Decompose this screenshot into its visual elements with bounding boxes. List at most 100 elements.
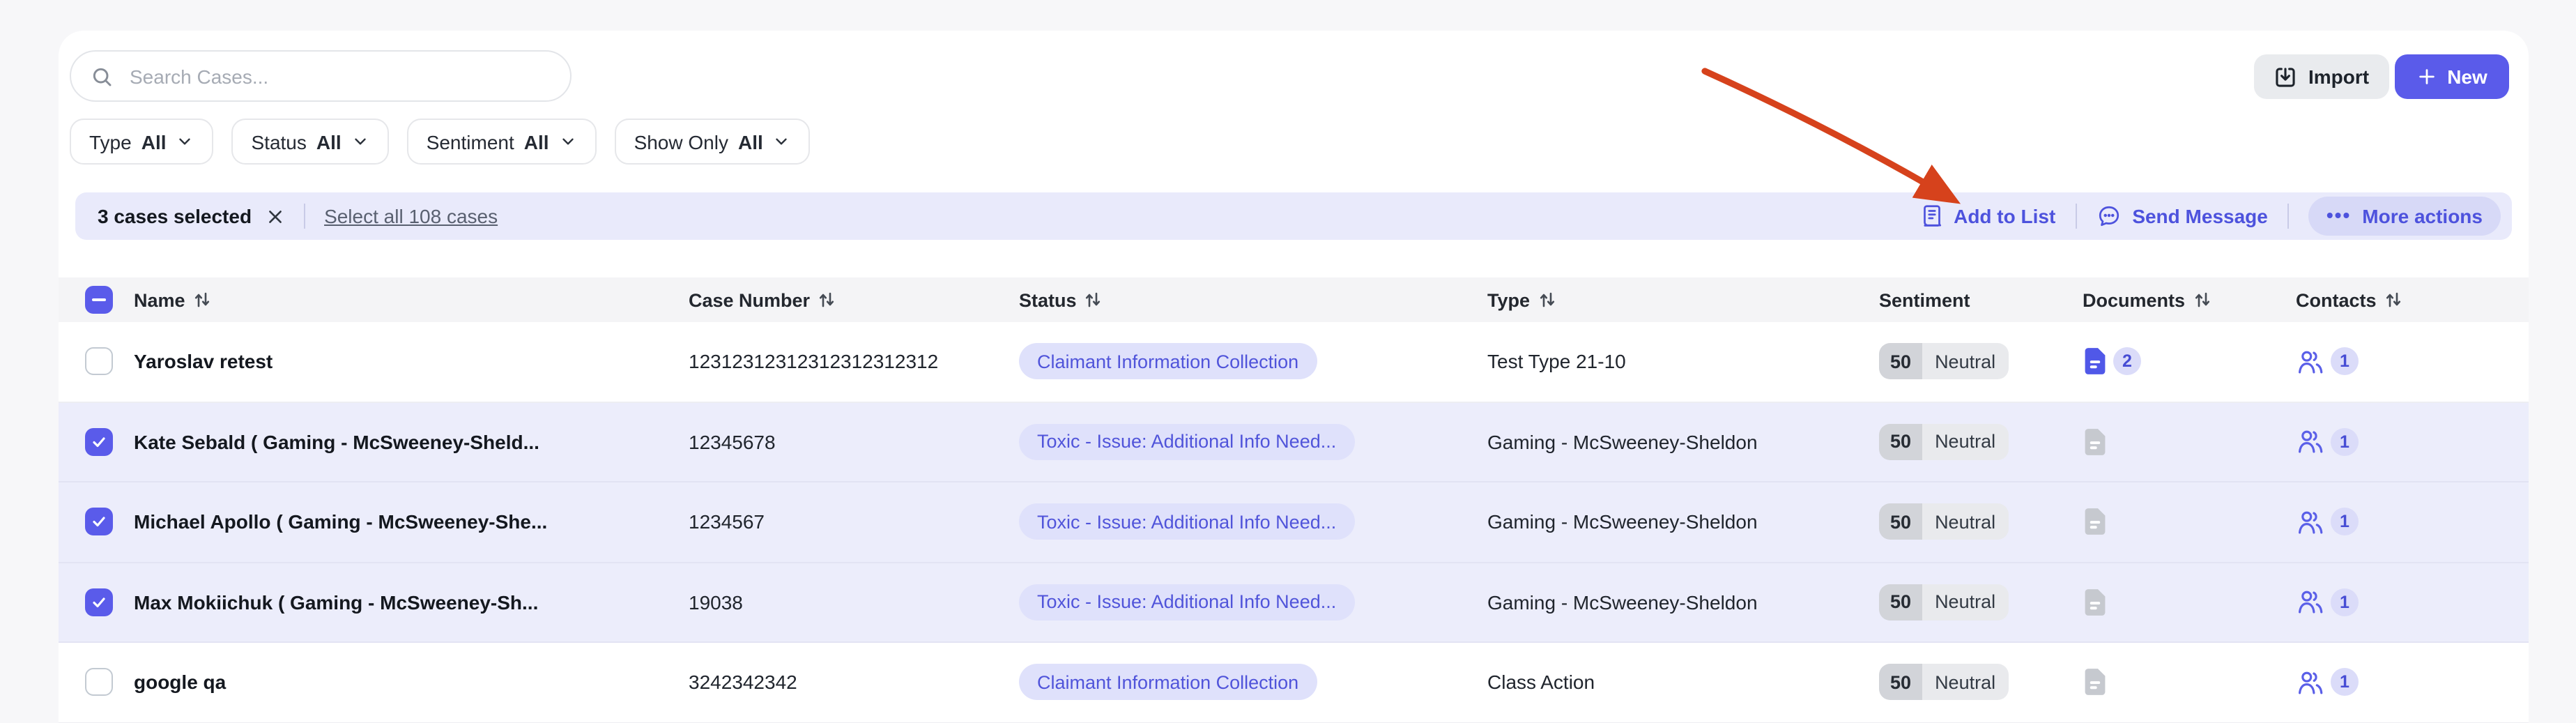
select-all-checkbox[interactable] [85, 277, 113, 322]
case-name: Max Mokiichuk ( Gaming - McSweeney-Sh... [134, 563, 538, 641]
case-name: Kate Sebald ( Gaming - McSweeney-Sheld..… [134, 402, 539, 481]
new-button[interactable]: New [2395, 54, 2509, 99]
case-number: 3242342342 [689, 643, 797, 722]
case-number: 12312312312312312312312 [689, 322, 938, 401]
filter-label: Show Only [634, 130, 728, 153]
row-checkbox[interactable] [85, 428, 113, 456]
contacts-icon[interactable] [2296, 508, 2325, 537]
column-header-type[interactable]: Type [1487, 277, 1555, 322]
filter-status[interactable]: Status All [232, 119, 389, 165]
column-header-status[interactable]: Status [1019, 277, 1102, 322]
filter-label: Sentiment [427, 130, 514, 153]
document-icon[interactable] [2083, 347, 2108, 377]
sort-icon[interactable] [2385, 291, 2402, 308]
table-row[interactable]: Max Mokiichuk ( Gaming - McSweeney-Sh...… [59, 563, 2529, 643]
status-badge: Toxic - Issue: Additional Info Need... [1019, 424, 1354, 460]
contacts-icon[interactable] [2296, 347, 2325, 376]
table-body: Yaroslav retest 12312312312312312312312 … [59, 322, 2529, 723]
add-to-list-button[interactable]: Add to List [1920, 204, 2055, 229]
document-icon [2083, 427, 2108, 457]
sentiment-badge: 50Neutral [1879, 424, 2008, 460]
case-type: Class Action [1487, 643, 1595, 722]
contacts-icon[interactable] [2296, 427, 2325, 457]
case-number: 19038 [689, 563, 743, 641]
sort-icon[interactable] [818, 291, 835, 308]
chat-bubble-icon [2096, 204, 2121, 229]
divider [2075, 204, 2076, 229]
filter-type[interactable]: Type All [70, 119, 214, 165]
column-header-name[interactable]: Name [134, 277, 210, 322]
divider [303, 204, 305, 229]
select-all-link[interactable]: Select all 108 cases [324, 205, 498, 227]
status-badge: Toxic - Issue: Additional Info Need... [1019, 584, 1354, 621]
filter-label: Status [252, 130, 307, 153]
table-row[interactable]: Michael Apollo ( Gaming - McSweeney-She.… [59, 482, 2529, 563]
chevron-down-icon [351, 132, 369, 151]
column-header-contacts[interactable]: Contacts [2296, 277, 2402, 322]
case-name: google qa [134, 643, 226, 722]
case-number: 1234567 [689, 482, 765, 561]
ellipsis-icon: ••• [2326, 204, 2351, 226]
documents-count-badge[interactable]: 2 [2113, 348, 2141, 376]
column-header-documents[interactable]: Documents [2083, 277, 2210, 322]
sentiment-badge: 50Neutral [1879, 584, 2008, 621]
contacts-count-badge[interactable]: 1 [2331, 348, 2359, 376]
document-icon [2083, 587, 2108, 618]
contacts-count-badge[interactable]: 1 [2331, 669, 2359, 697]
selected-count-text: 3 cases selected [98, 205, 252, 227]
filter-sentiment[interactable]: SentimentAll [407, 119, 597, 165]
sort-icon[interactable] [1085, 291, 1102, 308]
filter-show-only[interactable]: Show Only All [615, 119, 811, 165]
import-label: Import [2308, 66, 2369, 88]
sort-icon[interactable] [2193, 291, 2210, 308]
checkbox-indeterminate[interactable] [85, 286, 113, 314]
case-type: Gaming - McSweeney-Sheldon [1487, 402, 1758, 481]
chevron-down-icon [176, 132, 194, 151]
sentiment-badge: 50Neutral [1879, 664, 2008, 701]
status-badge: Claimant Information Collection [1019, 664, 1317, 701]
more-actions-label: More actions [2362, 205, 2483, 227]
search-box[interactable] [70, 50, 572, 102]
more-actions-button[interactable]: ••• More actions [2308, 197, 2501, 236]
clear-selection-button[interactable] [266, 207, 284, 225]
document-icon [2083, 667, 2108, 698]
contacts-icon[interactable] [2296, 588, 2325, 617]
table-row[interactable]: Yaroslav retest 12312312312312312312312 … [59, 322, 2529, 402]
row-checkbox[interactable] [85, 348, 113, 376]
chevron-down-icon [559, 132, 577, 151]
filter-value: All [316, 130, 342, 153]
document-icon [2083, 507, 2108, 538]
filter-value: All [141, 130, 167, 153]
filter-bar: TypeAll StatusAll SentimentAll Show Only… [70, 119, 811, 165]
row-checkbox[interactable] [85, 669, 113, 697]
list-icon [1920, 204, 1942, 229]
case-number: 12345678 [689, 402, 776, 481]
row-checkbox[interactable] [85, 588, 113, 616]
sentiment-badge: 50Neutral [1879, 504, 2008, 540]
row-checkbox[interactable] [85, 508, 113, 536]
send-message-button[interactable]: Send Message [2096, 204, 2268, 229]
contacts-icon[interactable] [2296, 668, 2325, 697]
contacts-count-badge[interactable]: 1 [2331, 588, 2359, 616]
contacts-count-badge[interactable]: 1 [2331, 428, 2359, 456]
plus-icon [2416, 67, 2436, 86]
filter-label: Type [89, 130, 132, 153]
status-badge: Claimant Information Collection [1019, 344, 1317, 380]
column-header-case-number[interactable]: Case Number [689, 277, 835, 322]
table-row[interactable]: google qa 3242342342 Claimant Informatio… [59, 643, 2529, 723]
search-input[interactable] [127, 63, 551, 89]
import-button[interactable]: Import [2254, 54, 2389, 99]
case-type: Gaming - McSweeney-Sheldon [1487, 563, 1758, 641]
add-to-list-label: Add to List [1954, 205, 2055, 227]
column-header-sentiment: Sentiment [1879, 277, 1970, 322]
contacts-count-badge[interactable]: 1 [2331, 508, 2359, 536]
table-row[interactable]: Kate Sebald ( Gaming - McSweeney-Sheld..… [59, 402, 2529, 482]
selection-bar: 3 cases selected Select all 108 cases Ad… [75, 192, 2512, 240]
sort-icon[interactable] [194, 291, 210, 308]
case-name: Yaroslav retest [134, 322, 273, 401]
divider [2287, 204, 2289, 229]
sort-icon[interactable] [1538, 291, 1555, 308]
table-header: Name Case Number Status Type Sentiment D… [59, 277, 2529, 322]
filter-value: All [738, 130, 763, 153]
search-icon [91, 65, 113, 87]
